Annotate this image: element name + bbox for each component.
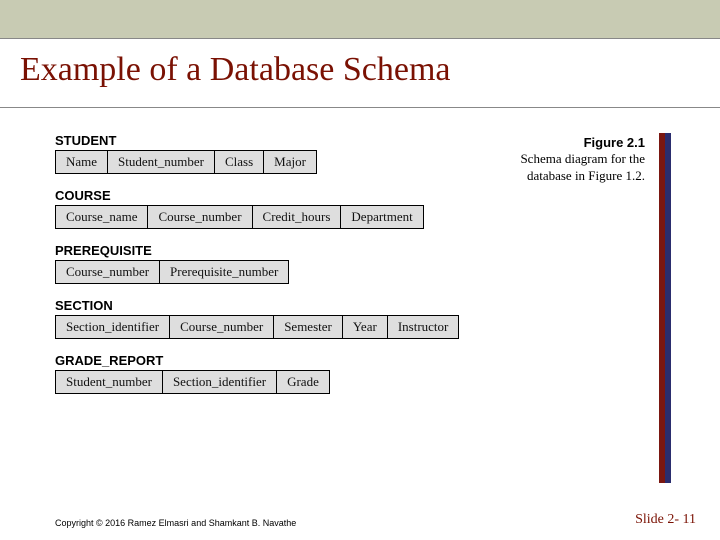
schema-row-grade-report: Student_number Section_identifier Grade <box>55 370 330 394</box>
figure-caption-line2: database in Figure 1.2. <box>527 168 645 183</box>
schema-row-course: Course_name Course_number Credit_hours D… <box>55 205 424 229</box>
schema-title-grade-report: GRADE_REPORT <box>55 353 659 368</box>
col-credit-hours: Credit_hours <box>253 206 342 228</box>
schema-title-course: COURSE <box>55 188 659 203</box>
col-name: Name <box>56 151 108 173</box>
col-course-number: Course_number <box>56 261 160 283</box>
copyright-text: Copyright © 2016 Ramez Elmasri and Shamk… <box>55 518 296 528</box>
content-area: Figure 2.1 Schema diagram for the databa… <box>55 133 659 483</box>
col-semester: Semester <box>274 316 343 338</box>
schema-row-student: Name Student_number Class Major <box>55 150 317 174</box>
schema-course: COURSE Course_name Course_number Credit_… <box>55 188 659 229</box>
col-student-number: Student_number <box>108 151 215 173</box>
col-course-number: Course_number <box>148 206 252 228</box>
schema-title-prerequisite: PREREQUISITE <box>55 243 659 258</box>
figure-caption: Figure 2.1 Schema diagram for the databa… <box>485 135 645 184</box>
col-section-identifier: Section_identifier <box>56 316 170 338</box>
slide-body: Figure 2.1 Schema diagram for the databa… <box>0 108 720 500</box>
schema-row-prerequisite: Course_number Prerequisite_number <box>55 260 289 284</box>
schema-grade-report: GRADE_REPORT Student_number Section_iden… <box>55 353 659 394</box>
col-class: Class <box>215 151 264 173</box>
col-student-number: Student_number <box>56 371 163 393</box>
col-course-number: Course_number <box>170 316 274 338</box>
slide-title: Example of a Database Schema <box>0 39 720 89</box>
slide-number: Slide 2- 11 <box>635 512 696 528</box>
figure-caption-line1: Schema diagram for the <box>520 151 645 166</box>
decorative-top-band <box>0 0 720 38</box>
col-instructor: Instructor <box>388 316 459 338</box>
col-year: Year <box>343 316 388 338</box>
schema-title-section: SECTION <box>55 298 659 313</box>
col-course-name: Course_name <box>56 206 148 228</box>
schema-section: SECTION Section_identifier Course_number… <box>55 298 659 339</box>
schema-row-section: Section_identifier Course_number Semeste… <box>55 315 459 339</box>
col-prerequisite-number: Prerequisite_number <box>160 261 288 283</box>
footer: Copyright © 2016 Ramez Elmasri and Shamk… <box>0 500 720 540</box>
schema-prerequisite: PREREQUISITE Course_number Prerequisite_… <box>55 243 659 284</box>
accent-bar-blue <box>665 133 671 483</box>
title-band: Example of a Database Schema <box>0 38 720 108</box>
col-grade: Grade <box>277 371 329 393</box>
col-section-identifier: Section_identifier <box>163 371 277 393</box>
figure-label: Figure 2.1 <box>584 135 645 150</box>
col-department: Department <box>341 206 422 228</box>
col-major: Major <box>264 151 316 173</box>
